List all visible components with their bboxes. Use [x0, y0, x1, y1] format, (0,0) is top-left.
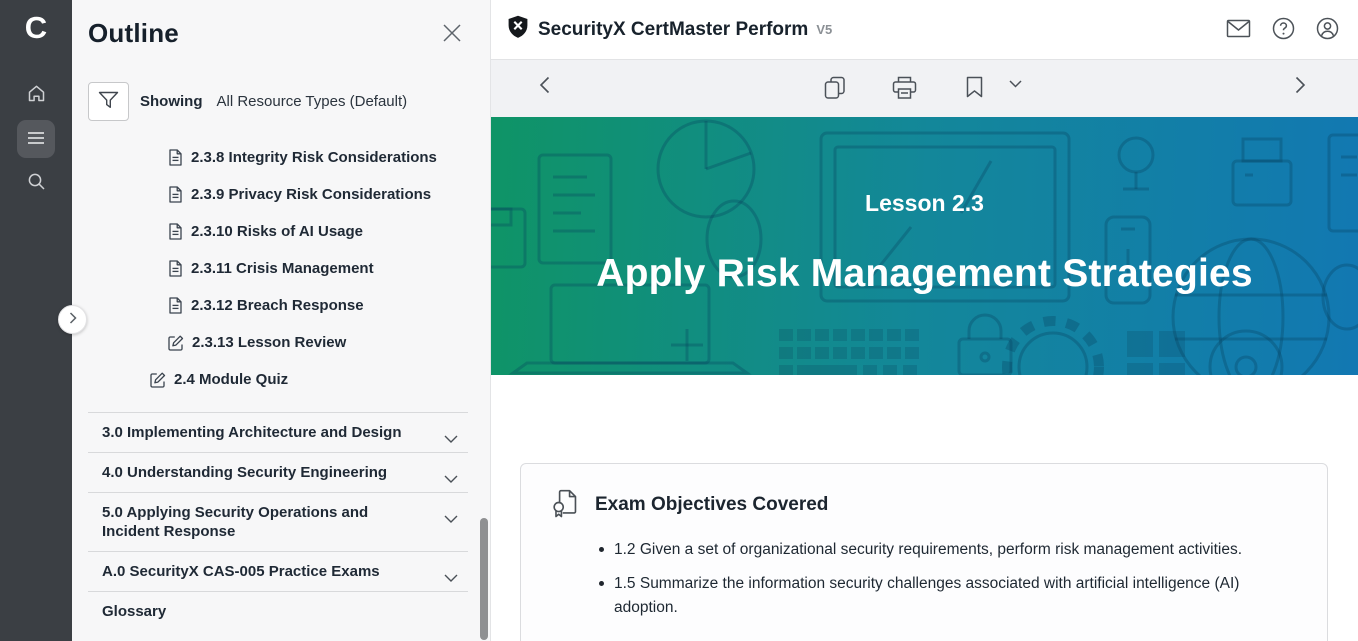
certificate-icon [551, 486, 580, 524]
section-glossary[interactable]: Glossary [88, 591, 468, 631]
outline-item-label: 2.3.13 Lesson Review [192, 334, 346, 351]
chevron-left-icon [539, 76, 550, 97]
filter-showing-label: Showing [140, 93, 203, 110]
previous-page-button[interactable] [537, 74, 552, 99]
next-page-button[interactable] [1293, 74, 1308, 99]
outline-item-2-4[interactable]: 2.4 Module Quiz [72, 361, 491, 398]
filter-funnel-icon [98, 91, 119, 112]
main-content: SecurityX CertMaster Perform V5 [491, 0, 1358, 641]
securityx-shield-icon [507, 15, 529, 44]
search-button[interactable] [17, 164, 55, 202]
outline-title: Outline [88, 18, 179, 49]
lesson-title: Apply Risk Management Strategies [491, 252, 1358, 296]
print-button[interactable] [890, 74, 919, 105]
outline-item-label: 2.4 Module Quiz [174, 371, 288, 388]
outline-item-label: 2.3.10 Risks of AI Usage [191, 223, 363, 240]
outline-item-label: 2.3.8 Integrity Risk Considerations [191, 149, 437, 166]
lesson-body: Exam Objectives Covered 1.2 Given a set … [491, 375, 1358, 641]
edit-icon [168, 335, 184, 351]
outline-list: 2.3.8 Integrity Risk Considerations 2.3.… [72, 139, 491, 398]
rail-buttons [0, 76, 72, 202]
filter-row: Showing All Resource Types (Default) [88, 82, 407, 121]
printer-icon [892, 76, 917, 103]
section-label: 5.0 Applying Security Operations and Inc… [102, 503, 424, 541]
chevron-down-icon [444, 429, 458, 448]
outline-scrollbar-thumb[interactable] [480, 518, 488, 640]
tech-pattern-decoration [491, 117, 1358, 375]
home-button[interactable] [17, 76, 55, 114]
outline-item-label: 2.3.12 Breach Response [191, 297, 364, 314]
messages-button[interactable] [1224, 17, 1253, 43]
menu-icon [27, 131, 45, 148]
chevron-down-icon [444, 568, 458, 587]
section-label: 3.0 Implementing Architecture and Design [102, 423, 402, 442]
account-button[interactable] [1314, 15, 1341, 45]
help-icon [1272, 17, 1295, 43]
section-4-0[interactable]: 4.0 Understanding Security Engineering [88, 452, 468, 492]
outline-menu-button[interactable] [17, 120, 55, 158]
document-icon [168, 297, 183, 314]
lesson-number: Lesson 2.3 [491, 190, 1358, 217]
outline-sections: 3.0 Implementing Architecture and Design… [88, 412, 468, 631]
home-icon [27, 84, 46, 106]
copy-button[interactable] [822, 74, 848, 105]
bookmark-icon [966, 76, 983, 101]
objective-item: 1.2 Given a set of organizational securi… [597, 538, 1299, 562]
document-icon [168, 149, 183, 166]
outline-item-2-3-13[interactable]: 2.3.13 Lesson Review [72, 324, 491, 361]
section-3-0[interactable]: 3.0 Implementing Architecture and Design [88, 412, 468, 452]
filter-button[interactable] [88, 82, 129, 121]
close-outline-button[interactable] [442, 24, 462, 44]
mail-icon [1226, 19, 1251, 41]
close-icon [443, 30, 461, 45]
outline-item-2-3-9[interactable]: 2.3.9 Privacy Risk Considerations [72, 176, 491, 213]
document-icon [168, 260, 183, 277]
objective-item: 1.5 Summarize the information security c… [597, 572, 1299, 620]
section-a-0[interactable]: A.0 SecurityX CAS-005 Practice Exams [88, 551, 468, 591]
chevron-down-icon [1009, 76, 1022, 91]
outline-item-2-3-11[interactable]: 2.3.11 Crisis Management [72, 250, 491, 287]
search-icon [27, 172, 46, 194]
lesson-toolbar [491, 60, 1358, 117]
account-icon [1316, 17, 1339, 43]
edit-icon [150, 372, 166, 388]
outline-item-label: 2.3.11 Crisis Management [191, 260, 374, 277]
exam-objectives-header: Exam Objectives Covered [551, 486, 1299, 524]
filter-current-value: All Resource Types (Default) [217, 93, 408, 110]
outline-item-label: 2.3.9 Privacy Risk Considerations [191, 186, 431, 203]
copy-icon [824, 76, 846, 103]
panel-expand-toggle[interactable] [58, 305, 87, 334]
document-icon [168, 223, 183, 240]
bookmark-menu-button[interactable] [1007, 74, 1024, 93]
chevron-right-icon [69, 312, 77, 327]
lesson-hero-banner: Lesson 2.3 Apply Risk Management Strateg… [491, 117, 1358, 375]
chevron-right-icon [1295, 76, 1306, 97]
header-actions [1224, 0, 1341, 60]
section-label: A.0 SecurityX CAS-005 Practice Exams [102, 562, 380, 581]
exam-objectives-list: 1.2 Given a set of organizational securi… [551, 538, 1299, 620]
comptia-logo[interactable]: C [0, 10, 72, 46]
app-version-badge: V5 [816, 22, 832, 37]
app-root: C Outline [0, 0, 1358, 641]
outline-item-2-3-8[interactable]: 2.3.8 Integrity Risk Considerations [72, 139, 491, 176]
document-icon [168, 186, 183, 203]
section-5-0[interactable]: 5.0 Applying Security Operations and Inc… [88, 492, 468, 551]
outline-item-2-3-10[interactable]: 2.3.10 Risks of AI Usage [72, 213, 491, 250]
section-label: 4.0 Understanding Security Engineering [102, 463, 387, 482]
section-label: Glossary [102, 602, 166, 621]
help-button[interactable] [1270, 15, 1297, 45]
outline-panel: Outline Showing All Resource Types (Defa… [72, 0, 491, 641]
outline-item-2-3-12[interactable]: 2.3.12 Breach Response [72, 287, 491, 324]
chevron-down-icon [444, 469, 458, 488]
exam-objectives-card: Exam Objectives Covered 1.2 Given a set … [520, 463, 1328, 641]
exam-objectives-title: Exam Objectives Covered [595, 494, 828, 516]
bookmark-button[interactable] [964, 74, 985, 103]
chevron-down-icon [444, 509, 458, 528]
app-header: SecurityX CertMaster Perform V5 [491, 0, 1358, 60]
app-title: SecurityX CertMaster Perform [538, 19, 808, 41]
